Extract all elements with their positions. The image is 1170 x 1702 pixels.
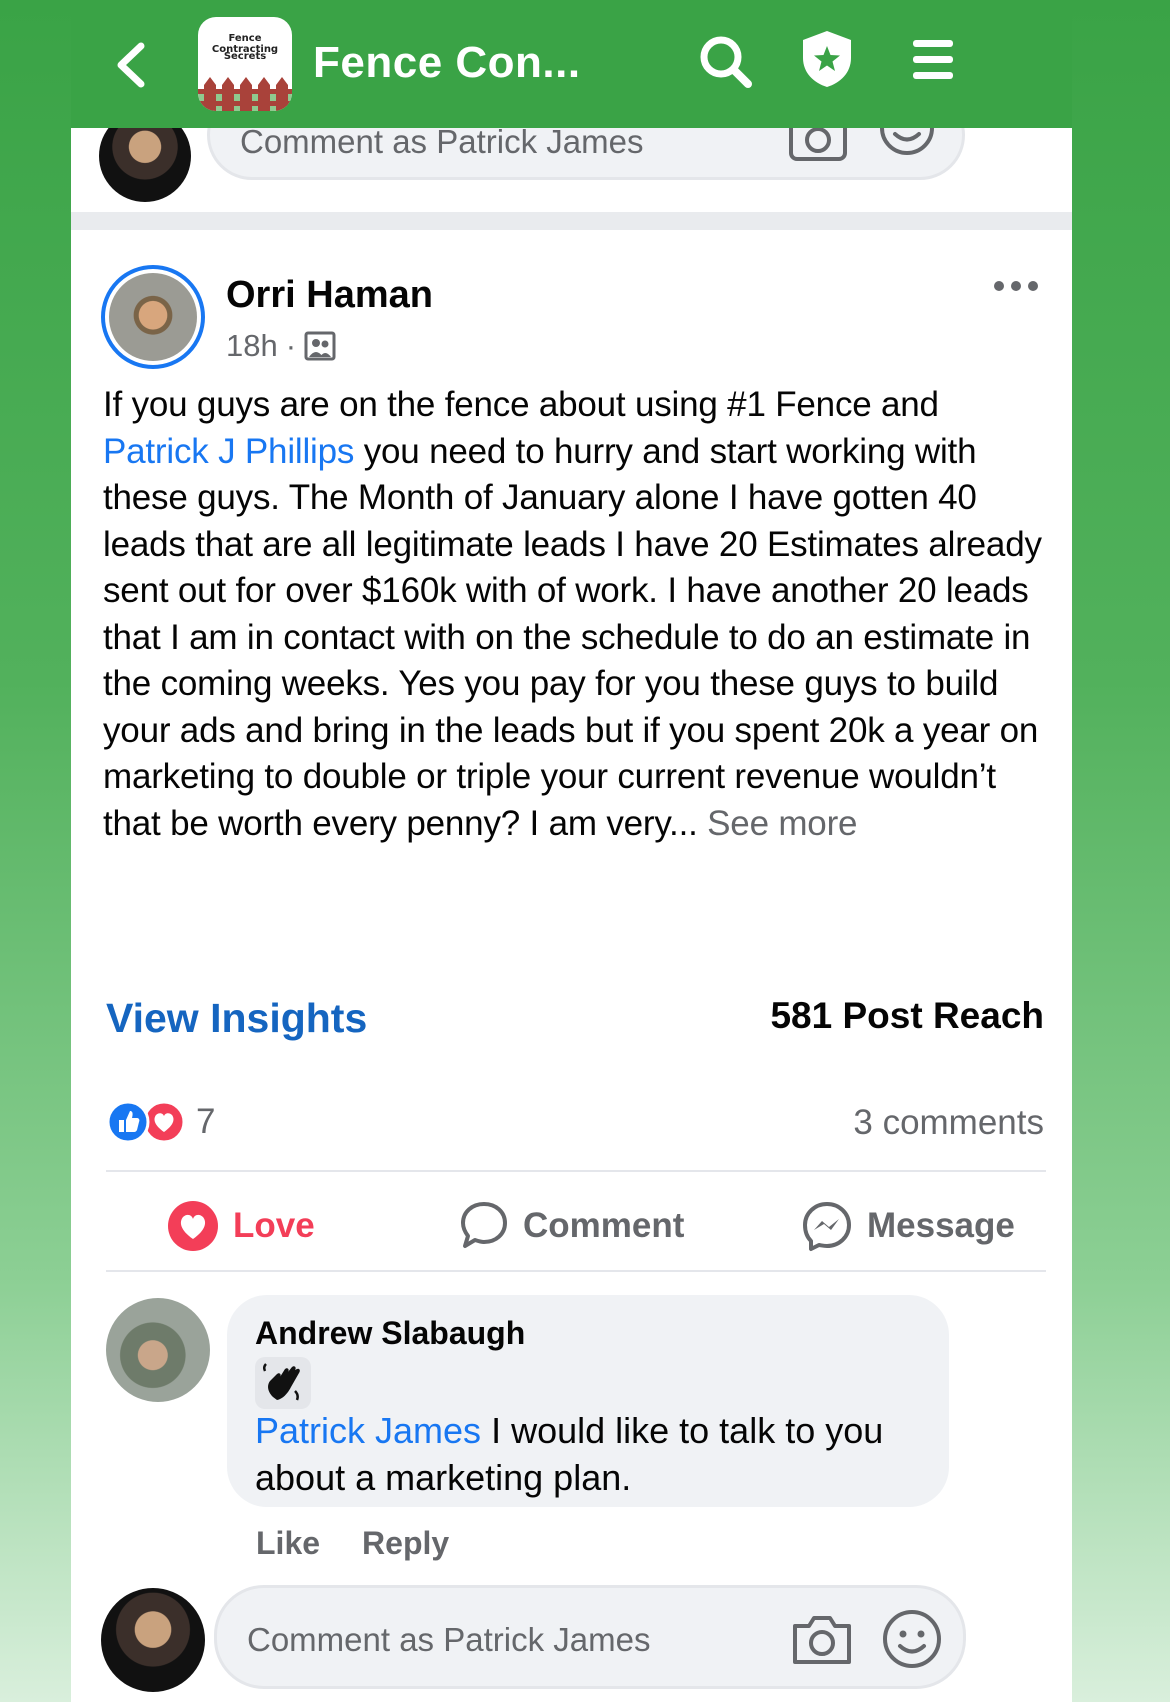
- see-more-link[interactable]: See more: [707, 804, 857, 843]
- divider-bottom: [106, 1270, 1046, 1272]
- reaction-count: 7: [196, 1102, 216, 1141]
- comment-actions: Like Reply: [256, 1525, 449, 1562]
- love-button[interactable]: Love: [167, 1200, 315, 1252]
- comment-reply-button[interactable]: Reply: [362, 1525, 449, 1562]
- logo-text-bottom: Secrets: [223, 51, 267, 62]
- post-text-rest: you need to hurry and start working with…: [103, 431, 1042, 843]
- comment-input-bottom[interactable]: Comment as Patrick James: [214, 1585, 966, 1689]
- comment-input-bottom-placeholder: Comment as Patrick James: [247, 1621, 651, 1658]
- comment-label: Comment: [523, 1206, 685, 1245]
- post-body: If you guys are on the fence about using…: [103, 382, 1053, 847]
- post-reach: 581 Post Reach: [770, 995, 1044, 1036]
- feed-separator: [71, 212, 1072, 230]
- camera-icon[interactable]: [791, 1610, 853, 1668]
- post-meta: 18h ·: [226, 328, 336, 364]
- comment-like-button[interactable]: Like: [256, 1525, 320, 1562]
- group-members-icon: [304, 331, 336, 361]
- like-reaction-icon: [106, 1100, 150, 1144]
- view-insights-link[interactable]: View Insights: [106, 995, 367, 1042]
- comment-text: Patrick James I would like to talk to yo…: [255, 1407, 945, 1501]
- group-title[interactable]: Fence Con...: [313, 38, 581, 88]
- more-options-icon[interactable]: [993, 278, 1039, 294]
- comment-bubble-icon: [461, 1202, 507, 1248]
- messenger-icon: [803, 1202, 851, 1251]
- comment-input-placeholder: Comment as Patrick James: [240, 123, 644, 160]
- commenter-avatar[interactable]: [106, 1298, 210, 1402]
- current-user-avatar-bottom: [101, 1588, 205, 1692]
- comment-button[interactable]: Comment: [459, 1200, 684, 1252]
- message-button[interactable]: Message: [801, 1200, 1015, 1252]
- admin-shield-icon[interactable]: [799, 28, 855, 90]
- waving-hand-icon: [255, 1357, 311, 1409]
- post-author-name[interactable]: Orri Haman: [226, 274, 433, 317]
- comments-count[interactable]: 3 comments: [853, 1103, 1044, 1143]
- back-arrow-icon[interactable]: [111, 40, 151, 90]
- group-header: Fence Contracting Secrets Fence Con...: [71, 0, 1072, 128]
- comment-mention-link[interactable]: Patrick James: [255, 1410, 481, 1451]
- emoji-icon[interactable]: [881, 1608, 943, 1670]
- post-time[interactable]: 18h: [226, 328, 278, 364]
- post-author-avatar[interactable]: [101, 265, 205, 369]
- divider-top: [106, 1170, 1046, 1172]
- menu-icon[interactable]: [911, 36, 955, 84]
- commenter-name[interactable]: Andrew Slabaugh: [255, 1315, 525, 1352]
- love-filled-icon: [168, 1201, 218, 1251]
- phone-screen: Comment as Patrick James Fence Contracti…: [71, 0, 1072, 1702]
- group-logo[interactable]: Fence Contracting Secrets: [198, 17, 292, 111]
- fence-icon: [198, 77, 292, 111]
- post-mention-link[interactable]: Patrick J Phillips: [103, 432, 354, 471]
- reactions-summary[interactable]: 7: [106, 1100, 215, 1144]
- post-text-start: If you guys are on the fence about using…: [103, 385, 939, 424]
- love-label: Love: [233, 1206, 315, 1245]
- message-label: Message: [867, 1206, 1015, 1245]
- meta-separator: ·: [285, 328, 297, 363]
- search-icon[interactable]: [698, 34, 754, 90]
- comment-bubble: Andrew Slabaugh Patrick James I would li…: [227, 1295, 949, 1507]
